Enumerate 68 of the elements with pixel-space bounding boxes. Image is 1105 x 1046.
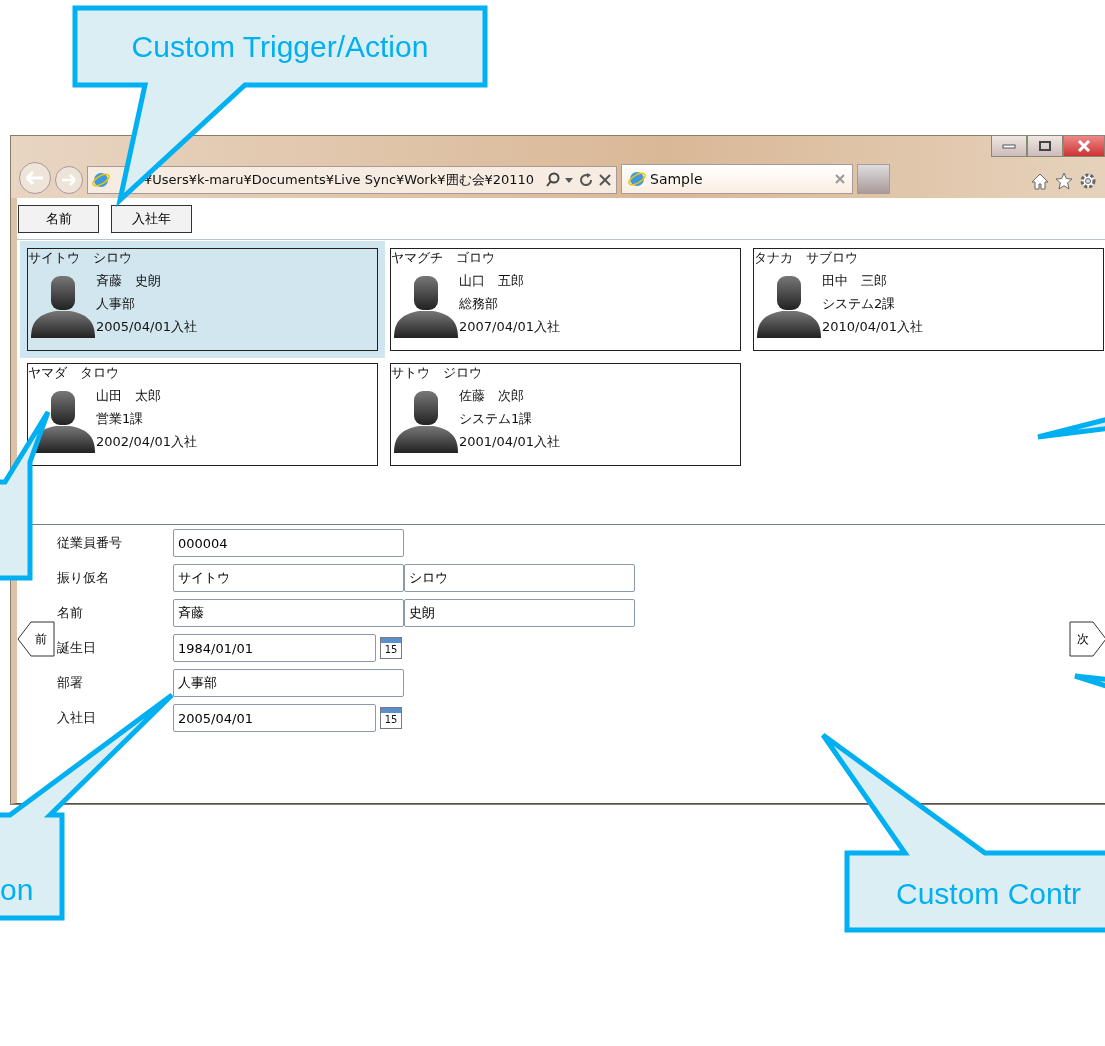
next-button[interactable]: 次 (1069, 621, 1105, 657)
employee-name: 山田 太郎 (96, 387, 162, 405)
input-field[interactable]: シロウ (404, 564, 635, 592)
join-date-text: 2005/04/01入社 (96, 318, 198, 336)
settings-icon[interactable] (1079, 172, 1097, 190)
avatar-icon (393, 389, 459, 453)
close-icon (1077, 140, 1091, 152)
calendar-button[interactable]: 15 (380, 637, 402, 659)
refresh-icon[interactable] (578, 172, 594, 188)
field-label: 従業員番号 (57, 534, 123, 552)
input-field[interactable]: サイトウ (173, 564, 404, 592)
home-icon[interactable] (1031, 172, 1049, 190)
employee-name: 佐藤 次郎 (459, 387, 525, 405)
close-tab-icon[interactable] (834, 173, 846, 185)
callout-text: Custom Trigger/Action (131, 30, 429, 63)
department-text: 営業1課 (96, 410, 145, 428)
minimize-icon (1002, 143, 1016, 149)
dropdown-caret-icon[interactable] (564, 175, 574, 185)
input-field[interactable]: 斉藤 (173, 599, 404, 627)
input-field[interactable]: 000004 (173, 529, 404, 557)
employee-name: 斉藤 史朗 (96, 272, 162, 290)
search-icon[interactable] (546, 172, 560, 188)
browser-tab[interactable]: Sample (621, 164, 853, 194)
callout-text: on (0, 873, 34, 906)
avatar-icon (756, 274, 822, 338)
join-date-text: 2001/04/01入社 (459, 433, 561, 451)
kana-name: ヤマグチ ゴロウ (391, 249, 496, 267)
kana-name: タナカ サブロウ (754, 249, 859, 267)
callout-text: Custom Contr (896, 877, 1082, 910)
kana-name: ヤマダ タロウ (28, 364, 120, 382)
avatar-icon (393, 274, 459, 338)
field-label: 誕生日 (57, 639, 97, 657)
avatar-icon (30, 274, 96, 338)
field-label: 部署 (57, 674, 84, 692)
field-label: 振り仮名 (57, 569, 110, 587)
join-date-text: 2007/04/01入社 (459, 318, 561, 336)
date-field[interactable]: 2005/04/01 (173, 704, 376, 732)
employee-name: 山口 五郎 (459, 272, 525, 290)
stop-icon[interactable] (598, 173, 612, 187)
date-field[interactable]: 1984/01/01 (173, 634, 376, 662)
previous-button[interactable]: 前 (17, 621, 55, 657)
employee-name: 田中 三郎 (822, 272, 888, 290)
calendar-button[interactable]: 15 (380, 707, 402, 729)
close-button[interactable] (1063, 135, 1105, 157)
maximize-button[interactable] (1027, 135, 1063, 157)
field-label: 入社日 (57, 709, 97, 727)
callout-box (1035, 414, 1105, 440)
sort-button[interactable]: 名前 (18, 205, 99, 233)
join-date-text: 2010/04/01入社 (822, 318, 924, 336)
star-icon[interactable] (1055, 172, 1073, 190)
department-text: システム1課 (459, 410, 534, 428)
department-text: 総務部 (459, 295, 499, 313)
department-text: 人事部 (96, 295, 136, 313)
maximize-icon (1038, 140, 1052, 152)
input-field[interactable]: 人事部 (173, 669, 404, 697)
join-date-text: 2002/04/01入社 (96, 433, 198, 451)
forward-arrow-icon (61, 173, 77, 187)
field-label: 名前 (57, 604, 84, 622)
kana-name: サイトウ シロウ (28, 249, 133, 267)
back-arrow-icon (25, 170, 45, 186)
browser-logo-icon (92, 171, 110, 189)
input-field[interactable]: 史朗 (404, 599, 635, 627)
kana-name: サトウ ジロウ (391, 364, 483, 382)
address-bar[interactable]: ¥Users¥k-maru¥Documents¥Live Sync¥Work¥囲む会¥20110 (87, 166, 617, 194)
address-text: ¥Users¥k-maru¥Documents¥Live Sync¥Work¥囲む会¥20110 (144, 171, 536, 190)
browser-logo-icon (628, 170, 646, 188)
department-text: システム2課 (822, 295, 897, 313)
sort-button[interactable]: 入社年 (111, 205, 192, 233)
